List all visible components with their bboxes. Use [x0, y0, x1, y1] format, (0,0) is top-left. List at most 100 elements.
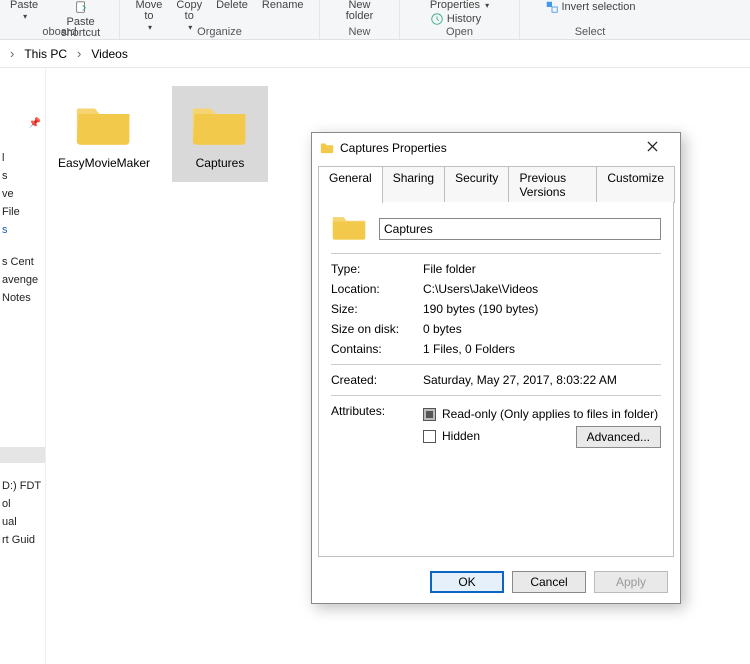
- contains-value: 1 Files, 0 Folders: [423, 342, 661, 356]
- sidebar-item[interactable]: s Cent: [0, 253, 45, 271]
- ribbon-section-label: oboard: [42, 26, 76, 38]
- history-button[interactable]: History: [430, 12, 481, 26]
- invert-selection-label: Invert selection: [562, 2, 636, 13]
- apply-button[interactable]: Apply: [594, 571, 668, 593]
- chevron-down-icon: ▾: [23, 11, 27, 22]
- copy-to-label: Copy to: [176, 0, 202, 22]
- close-button[interactable]: [632, 134, 672, 162]
- close-icon: [647, 141, 658, 155]
- sidebar-item[interactable]: s: [0, 167, 45, 185]
- ribbon-group-new: New folder New: [320, 0, 400, 39]
- move-to-label: Move to: [136, 0, 163, 22]
- ribbon-group-open: Properties ▾ History Open: [400, 0, 520, 39]
- type-value: File folder: [423, 262, 661, 276]
- move-to-button[interactable]: Move to▾: [132, 0, 167, 33]
- location-value: C:\Users\Jake\Videos: [423, 282, 661, 296]
- sidebar-item[interactable]: Notes: [0, 289, 45, 307]
- location-label: Location:: [331, 282, 423, 296]
- dialog-button-row: OK Cancel Apply: [312, 563, 680, 603]
- chevron-down-icon: ▾: [188, 22, 192, 33]
- tab-customize[interactable]: Customize: [596, 166, 675, 203]
- sidebar-item[interactable]: l: [0, 149, 45, 167]
- ribbon: Paste ▾ Paste shortcut oboard Move to▾ C…: [0, 0, 750, 40]
- cancel-button[interactable]: Cancel: [512, 571, 586, 593]
- size-on-disk-label: Size on disk:: [331, 322, 423, 336]
- breadcrumb-this-pc[interactable]: This PC: [24, 47, 67, 61]
- breadcrumb-videos[interactable]: Videos: [91, 47, 127, 61]
- breadcrumb-separator-icon: [6, 46, 18, 61]
- ribbon-group-organize: Move to▾ Copy to▾ Delete Rename Organize: [120, 0, 320, 39]
- sidebar-item[interactable]: rt Guid: [0, 531, 45, 549]
- type-label: Type:: [331, 262, 423, 276]
- paste-shortcut-icon: [74, 0, 88, 14]
- advanced-button[interactable]: Advanced...: [576, 426, 661, 448]
- sidebar: 📌 l s ve File s s Cent avenge Notes D:) …: [0, 68, 46, 664]
- ribbon-group-clipboard: Paste ▾ Paste shortcut oboard: [0, 0, 120, 39]
- divider: [331, 364, 661, 365]
- sidebar-item[interactable]: ual: [0, 513, 45, 531]
- created-label: Created:: [331, 373, 423, 387]
- breadcrumb[interactable]: This PC Videos: [0, 40, 750, 68]
- rename-button[interactable]: Rename: [258, 0, 308, 11]
- history-icon: [430, 12, 444, 26]
- general-panel: Type:File folder Location:C:\Users\Jake\…: [318, 202, 674, 557]
- delete-label: Delete: [216, 0, 248, 11]
- ribbon-group-select: Invert selection Select: [520, 0, 660, 39]
- new-folder-button[interactable]: New folder: [342, 0, 378, 22]
- sidebar-selected[interactable]: [0, 447, 45, 463]
- folder-label: Captures: [196, 156, 245, 170]
- sidebar-item[interactable]: avenge: [0, 271, 45, 289]
- chevron-down-icon: ▾: [485, 0, 489, 11]
- readonly-label: Read-only (Only applies to files in fold…: [442, 407, 658, 421]
- folder-captures[interactable]: Captures: [172, 86, 268, 182]
- breadcrumb-separator-icon: [73, 46, 85, 61]
- rename-label: Rename: [262, 0, 304, 11]
- sidebar-item[interactable]: ol: [0, 495, 45, 513]
- size-label: Size:: [331, 302, 423, 316]
- readonly-checkbox[interactable]: [423, 408, 436, 421]
- ribbon-section-label: Select: [575, 26, 606, 38]
- history-label: History: [447, 14, 481, 25]
- contains-label: Contains:: [331, 342, 423, 356]
- ribbon-section-label: Open: [446, 26, 473, 38]
- properties-dialog: Captures Properties General Sharing Secu…: [311, 132, 681, 604]
- chevron-down-icon: ▾: [148, 22, 152, 33]
- tab-security[interactable]: Security: [444, 166, 509, 203]
- new-folder-label: New folder: [346, 0, 374, 22]
- folder-icon: [331, 212, 367, 245]
- divider: [331, 395, 661, 396]
- folder-icon: [75, 99, 133, 150]
- properties-button[interactable]: Properties ▾: [430, 0, 489, 11]
- tab-general[interactable]: General: [318, 166, 383, 203]
- folder-icon: [191, 99, 249, 150]
- folder-label: EasyMovieMaker: [58, 156, 150, 170]
- size-on-disk-value: 0 bytes: [423, 322, 661, 336]
- hidden-label: Hidden: [442, 429, 480, 443]
- invert-selection-icon: [545, 0, 559, 14]
- size-value: 190 bytes (190 bytes): [423, 302, 661, 316]
- folder-icon: [320, 140, 340, 157]
- divider: [331, 253, 661, 254]
- dialog-titlebar[interactable]: Captures Properties: [312, 133, 680, 163]
- properties-label: Properties: [430, 0, 480, 11]
- paste-button[interactable]: Paste ▾: [6, 0, 42, 22]
- paste-label: Paste: [10, 0, 38, 11]
- delete-button[interactable]: Delete: [212, 0, 252, 11]
- hidden-checkbox[interactable]: [423, 430, 436, 443]
- attributes-label: Attributes:: [331, 404, 423, 451]
- sidebar-item[interactable]: D:) FDT: [0, 477, 45, 495]
- sidebar-item[interactable]: s: [0, 221, 45, 239]
- folder-name-input[interactable]: [379, 218, 661, 240]
- dialog-title: Captures Properties: [340, 141, 447, 155]
- ribbon-section-label: Organize: [197, 26, 242, 38]
- sidebar-item[interactable]: File: [0, 203, 45, 221]
- folder-easymoviemaker[interactable]: EasyMovieMaker: [56, 86, 152, 182]
- tab-sharing[interactable]: Sharing: [382, 166, 445, 203]
- ribbon-section-label: New: [348, 26, 370, 38]
- created-value: Saturday, May 27, 2017, 8:03:22 AM: [423, 373, 661, 387]
- pin-icon: 📌: [0, 118, 45, 129]
- tab-previous-versions[interactable]: Previous Versions: [508, 166, 597, 203]
- invert-selection-button[interactable]: Invert selection: [541, 0, 640, 14]
- ok-button[interactable]: OK: [430, 571, 504, 593]
- sidebar-item[interactable]: ve: [0, 185, 45, 203]
